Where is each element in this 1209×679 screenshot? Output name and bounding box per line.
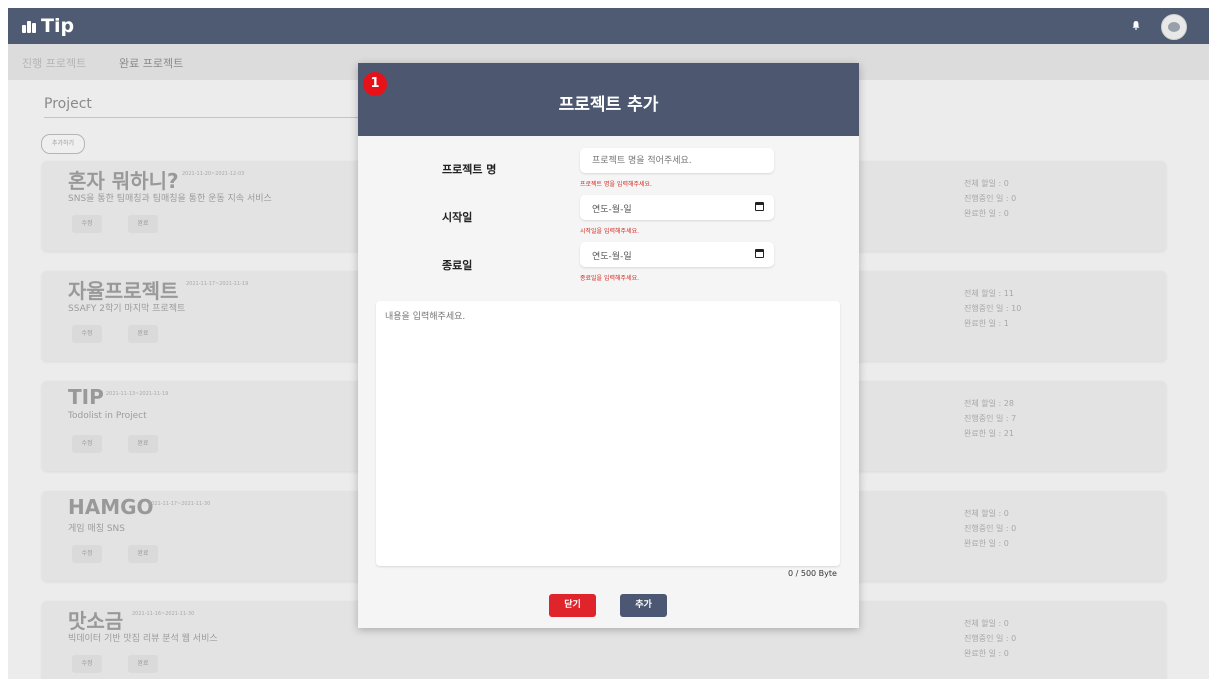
in-progress-tasks: 진행중인 일 : 0 (964, 194, 1017, 203)
project-description: Todolist in Project (68, 411, 147, 421)
project-date: 2021-11-13~2021-11-19 (106, 391, 169, 397)
modal-title: 프로젝트 추가 (558, 95, 659, 115)
bell-icon[interactable] (1131, 20, 1141, 30)
completed-tasks: 완료한 일 : 0 (964, 539, 1009, 548)
project-date: 2021-11-20~2021-12-03 (182, 171, 245, 177)
logo[interactable]: Tip (22, 15, 74, 37)
logo-text: Tip (41, 15, 75, 37)
add-button[interactable]: 추가 (620, 594, 667, 617)
project-title: TIP (68, 385, 104, 409)
project-name-input[interactable] (580, 148, 774, 173)
calendar-icon[interactable] (755, 249, 764, 258)
project-title: 맛소금 (68, 609, 124, 633)
start-date-error: 시작일을 입력해주세요. (580, 228, 640, 235)
top-bar: Tip (8, 8, 1209, 44)
completed-tasks: 완료한 일 : 0 (964, 209, 1009, 218)
section-title: Project (44, 96, 92, 112)
start-date-label: 시작일 (442, 211, 473, 224)
project-description: SSAFY 2학기 마지막 프로젝트 (68, 304, 186, 314)
edit-button[interactable]: 수정 (72, 655, 102, 673)
complete-button[interactable]: 완료 (128, 545, 158, 563)
total-tasks: 전체 할일 : 11 (964, 289, 1014, 298)
completed-tasks: 완료한 일 : 0 (964, 649, 1009, 658)
completed-tasks: 완료한 일 : 21 (964, 429, 1014, 438)
edit-button[interactable]: 수정 (72, 545, 102, 563)
project-description: 빅데이터 기반 맛집 리뷰 분석 웹 서비스 (68, 634, 218, 644)
logo-icon (22, 19, 38, 33)
avatar[interactable] (1161, 14, 1187, 40)
project-date: 2021-11-17~2021-11-30 (148, 501, 211, 507)
project-date: 2021-11-16~2021-11-30 (132, 611, 195, 617)
total-tasks: 전체 할일 : 28 (964, 399, 1014, 408)
add-project-modal: 1 프로젝트 추가 프로젝트 명 프로젝트 명을 입력해주세요. 시작일 연도-… (358, 63, 859, 628)
start-date-field[interactable]: 연도-월-일 (580, 195, 774, 220)
tab-completed-projects[interactable]: 완료 프로젝트 (119, 55, 183, 71)
project-name-label: 프로젝트 명 (442, 163, 497, 176)
project-name-field[interactable] (580, 148, 774, 173)
end-date-field[interactable]: 연도-월-일 (580, 242, 774, 267)
project-stats: 전체 할일 : 0 진행중인 일 : 0 완료한 일 : 0 (964, 176, 1016, 221)
end-date-value: 연도-월-일 (592, 252, 632, 262)
project-name-error: 프로젝트 명을 입력해주세요. (580, 181, 652, 188)
project-stats: 전체 할일 : 28 진행중인 일 : 7 완료한 일 : 21 (964, 396, 1016, 441)
in-progress-tasks: 진행중인 일 : 7 (964, 414, 1017, 423)
add-project-button[interactable]: 추가하기 (41, 134, 85, 154)
complete-button[interactable]: 완료 (128, 655, 158, 673)
byte-counter: 0 / 500 Byte (788, 569, 837, 578)
edit-button[interactable]: 수정 (72, 435, 102, 453)
project-title: 자율프로젝트 (68, 279, 179, 303)
in-progress-tasks: 진행중인 일 : 0 (964, 634, 1017, 643)
content-field[interactable] (376, 301, 840, 566)
completed-tasks: 완료한 일 : 1 (964, 319, 1009, 328)
project-description: 게임 매칭 SNS (68, 524, 126, 534)
project-title: 혼자 뭐하니? (68, 169, 179, 193)
calendar-icon[interactable] (755, 202, 764, 211)
total-tasks: 전체 할일 : 0 (964, 509, 1009, 518)
complete-button[interactable]: 완료 (128, 215, 158, 233)
end-date-label: 종료일 (442, 259, 473, 272)
complete-button[interactable]: 완료 (128, 435, 158, 453)
close-button[interactable]: 닫기 (549, 594, 596, 617)
content-textarea[interactable] (376, 301, 840, 566)
complete-button[interactable]: 완료 (128, 325, 158, 343)
in-progress-tasks: 진행중인 일 : 0 (964, 524, 1017, 533)
start-date-value: 연도-월-일 (592, 205, 632, 215)
edit-button[interactable]: 수정 (72, 325, 102, 343)
project-stats: 전체 할일 : 11 진행중인 일 : 10 완료한 일 : 1 (964, 286, 1021, 331)
total-tasks: 전체 할일 : 0 (964, 619, 1009, 628)
project-stats: 전체 할일 : 0 진행중인 일 : 0 완료한 일 : 0 (964, 616, 1016, 661)
section-divider (44, 117, 364, 118)
in-progress-tasks: 진행중인 일 : 10 (964, 304, 1022, 313)
project-date: 2021-11-17~2021-11-19 (186, 281, 249, 287)
total-tasks: 전체 할일 : 0 (964, 179, 1009, 188)
project-stats: 전체 할일 : 0 진행중인 일 : 0 완료한 일 : 0 (964, 506, 1016, 551)
tab-ongoing-projects[interactable]: 진행 프로젝트 (22, 55, 86, 71)
modal-header: 1 프로젝트 추가 (358, 63, 859, 136)
project-description: SNS을 통한 팀매칭과 팀매칭을 통한 운동 지속 서비스 (68, 194, 272, 204)
project-title: HAMGO (68, 495, 154, 519)
edit-button[interactable]: 수정 (72, 215, 102, 233)
end-date-error: 종료일을 입력해주세요. (580, 275, 640, 282)
